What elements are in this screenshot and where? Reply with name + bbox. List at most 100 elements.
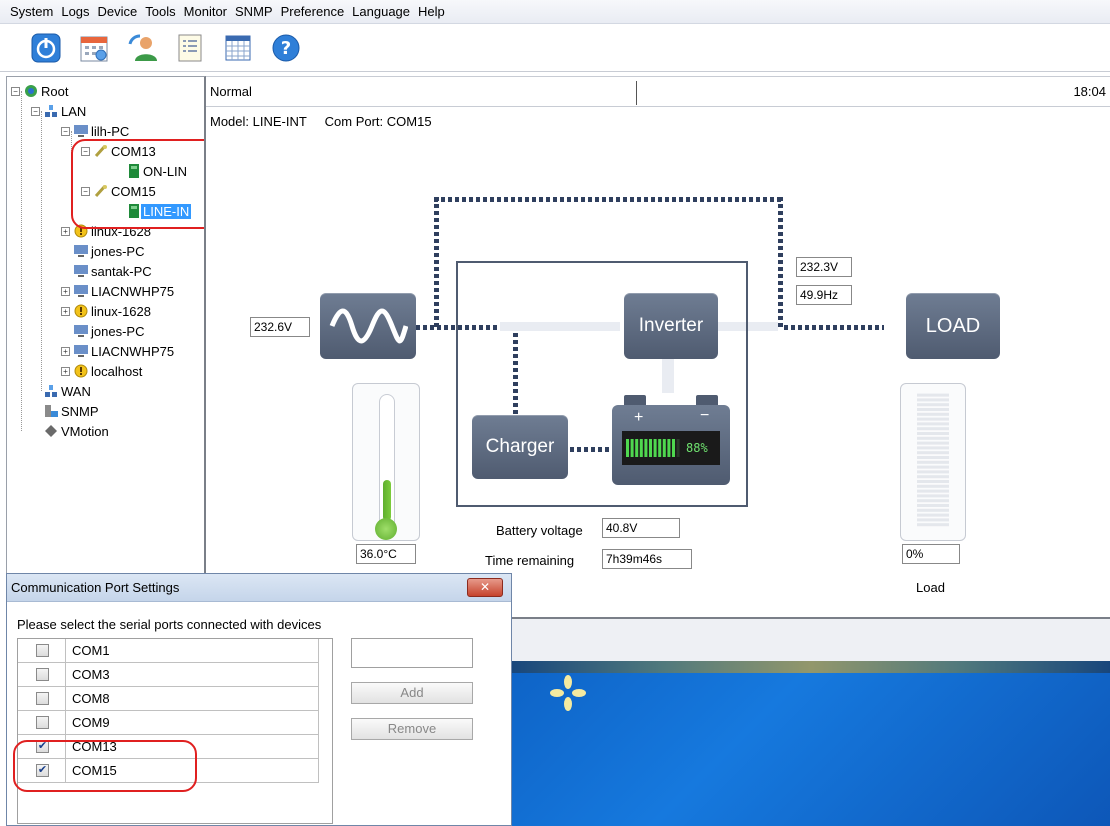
tree-label: jones-PC — [91, 243, 145, 259]
expand-toggle[interactable]: + — [61, 366, 70, 376]
port-row[interactable]: COM9 — [18, 711, 319, 735]
desktop-horizon — [512, 661, 1110, 673]
power-icon — [31, 33, 61, 62]
port-name: COM3 — [72, 667, 110, 682]
computer-icon — [74, 325, 88, 337]
add-button[interactable]: Add — [351, 682, 473, 704]
load-block[interactable]: LOAD — [906, 293, 1000, 359]
tree-node-host[interactable]: + localhost — [61, 361, 144, 381]
port-checkbox[interactable] — [36, 692, 49, 705]
tree-connector — [21, 91, 22, 431]
port-checkbox[interactable] — [36, 644, 49, 657]
device-tree: − Root − LAN − lilh-PC − COM13 ON-LIN − … — [6, 76, 206, 576]
dialog-prompt: Please select the serial ports connected… — [17, 617, 322, 632]
list-icon — [178, 34, 202, 61]
expand-toggle[interactable]: + — [61, 286, 70, 296]
collapse-toggle[interactable]: − — [31, 106, 40, 116]
battery-segment — [653, 439, 657, 457]
tree-node-host[interactable]: jones-PC — [73, 241, 146, 261]
tree-label: lilh-PC — [91, 123, 130, 139]
port-checkbox[interactable] — [36, 716, 49, 729]
port-name-input[interactable] — [351, 638, 473, 668]
tree-node-host[interactable]: + LIACNWHP75 — [61, 341, 176, 361]
tree-node-lilh-pc[interactable]: − lilh-PC — [61, 121, 131, 141]
computer-icon — [74, 245, 88, 257]
remove-button[interactable]: Remove — [351, 718, 473, 740]
tree-node-root[interactable]: − Root — [11, 81, 70, 101]
column-divider — [318, 687, 319, 711]
load-segment — [917, 504, 949, 507]
port-row[interactable]: COM1 — [18, 639, 319, 663]
model-info: Model: LINE-INT Com Port: COM15 — [210, 114, 432, 129]
sine-wave-icon — [329, 308, 408, 344]
collapse-toggle[interactable]: − — [11, 86, 20, 96]
tree-label: Root — [41, 83, 69, 99]
com-port-text: Com Port: COM15 — [324, 114, 432, 129]
tree-node-host[interactable]: + linux-1628 — [61, 301, 153, 321]
lan-icon — [45, 105, 57, 117]
tree-label: santak-PC — [91, 263, 152, 279]
menu-monitor[interactable]: Monitor — [180, 0, 231, 24]
tree-node-host[interactable]: jones-PC — [73, 321, 146, 341]
port-name: COM8 — [72, 691, 110, 706]
load-segment — [917, 427, 949, 431]
schedule-button[interactable] — [76, 30, 112, 66]
list-button[interactable] — [172, 30, 208, 66]
menu-logs[interactable]: Logs — [57, 0, 93, 24]
battery-segment — [658, 439, 662, 457]
thermometer-fill — [383, 480, 391, 521]
menu-tools[interactable]: Tools — [141, 0, 179, 24]
load-caption: Load — [916, 580, 945, 595]
menu-language[interactable]: Language — [348, 0, 414, 24]
port-name: COM1 — [72, 643, 110, 658]
computer-icon — [74, 265, 88, 277]
port-checkbox[interactable] — [36, 668, 49, 681]
tree-node-host[interactable]: + LIACNWHP75 — [61, 281, 176, 301]
help-button[interactable]: ? — [268, 30, 304, 66]
checkbox-cell — [18, 639, 66, 663]
output-frequency-value: 49.9Hz — [796, 285, 852, 305]
expand-toggle[interactable]: + — [61, 346, 70, 356]
load-percent-value: 0% — [902, 544, 960, 564]
tree-node-vmotion[interactable]: VMotion — [43, 421, 111, 441]
serial-port-table: COM1 COM3 COM8 COM9 ✔ COM13 ✔ COM15 — [17, 638, 333, 824]
collapse-toggle[interactable]: − — [61, 126, 70, 136]
load-segment — [917, 432, 949, 435]
tree-node-wan[interactable]: WAN — [43, 381, 93, 401]
dialog-close-button[interactable]: ✕ — [467, 578, 503, 597]
charger-block[interactable]: Charger — [472, 415, 568, 479]
port-row[interactable]: COM3 — [18, 663, 319, 687]
load-segment — [917, 422, 949, 426]
column-divider — [318, 759, 319, 783]
power-button[interactable] — [28, 30, 64, 66]
load-segment — [917, 408, 949, 411]
port-row[interactable]: COM8 — [18, 687, 319, 711]
menu-preference[interactable]: Preference — [277, 0, 349, 24]
tree-node-lan[interactable]: − LAN — [31, 101, 88, 121]
menu-help[interactable]: Help — [414, 0, 449, 24]
grid-button[interactable] — [220, 30, 256, 66]
warning-icon — [74, 364, 88, 378]
tree-node-host[interactable]: santak-PC — [73, 261, 154, 281]
computer-icon — [74, 345, 88, 357]
user-refresh-button[interactable] — [124, 30, 160, 66]
load-segment — [917, 470, 949, 474]
inverter-block[interactable]: Inverter — [624, 293, 718, 359]
svg-text:?: ? — [281, 38, 291, 59]
bypass-line-right — [778, 197, 783, 329]
battery-block[interactable]: + − 88% — [612, 395, 730, 485]
dialog-title: Communication Port Settings — [11, 580, 180, 595]
menu-device[interactable]: Device — [94, 0, 142, 24]
input-sine-icon[interactable] — [320, 293, 416, 359]
tree-node-snmp[interactable]: SNMP — [43, 401, 101, 421]
com-port-settings-dialog: Communication Port Settings ✕ Please sel… — [6, 573, 512, 826]
menu-system[interactable]: System — [6, 0, 57, 24]
menu-snmp[interactable]: SNMP — [231, 0, 277, 24]
expand-toggle[interactable]: + — [61, 306, 70, 316]
checkbox-cell — [18, 711, 66, 735]
tree-label: LAN — [61, 103, 87, 119]
load-segment — [917, 460, 949, 464]
expand-toggle[interactable]: + — [61, 226, 70, 236]
battery-segment — [676, 439, 680, 457]
close-icon: ✕ — [479, 580, 491, 594]
